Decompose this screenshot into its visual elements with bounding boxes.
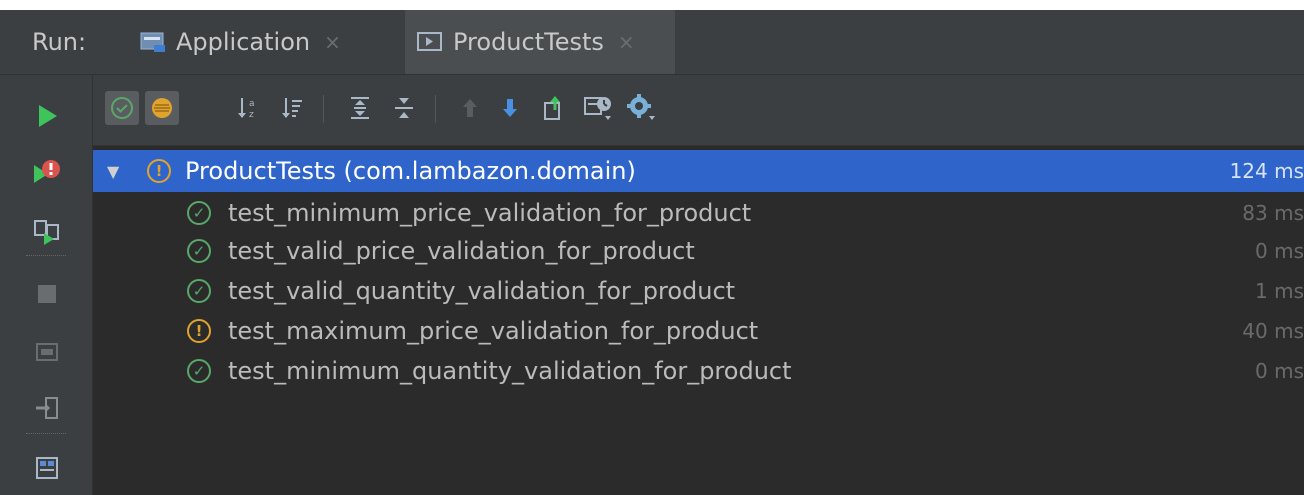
sort-alpha-icon: a z (238, 98, 255, 120)
export-test-results-button[interactable] (537, 91, 571, 125)
tab-application[interactable]: Application × (140, 10, 390, 74)
suite-status-warning-icon: ! (147, 159, 171, 183)
test-duration: 83 ms (1242, 201, 1304, 225)
divider (26, 255, 66, 256)
suite-duration: 124 ms (1229, 159, 1304, 183)
window-top-edge (0, 0, 1304, 10)
test-name: test_valid_quantity_validation_for_produ… (228, 277, 736, 305)
test-passed-icon: ✓ (187, 201, 211, 225)
console-layout-icon (36, 457, 58, 479)
import-tests-button[interactable] (32, 393, 62, 423)
close-icon[interactable]: × (324, 30, 341, 54)
auto-test-icon (34, 220, 59, 245)
test-failed-icon: ! (187, 319, 211, 343)
sort-alphabetically-button[interactable]: a z (231, 91, 265, 125)
test-name: test_minimum_price_validation_for_produc… (228, 199, 752, 227)
settings-button[interactable] (625, 91, 659, 125)
expand-toggle-icon[interactable]: ▼ (107, 162, 119, 181)
application-config-icon (140, 31, 166, 53)
run-side-toolbar (0, 75, 93, 495)
export-icon (544, 96, 560, 120)
gear-icon (627, 94, 655, 120)
collapse-all-button[interactable] (387, 91, 421, 125)
passed-filter-icon (111, 97, 133, 119)
tab-product-tests[interactable]: ProductTests × (405, 10, 675, 74)
test-config-icon (417, 31, 443, 53)
toolbar-separator (435, 95, 436, 123)
test-passed-icon: ✓ (187, 239, 211, 263)
show-ignored-button[interactable] (145, 91, 179, 125)
test-name: test_valid_price_validation_for_product (228, 237, 695, 265)
arrow-up-icon (463, 99, 477, 117)
expand-all-icon (351, 97, 369, 119)
test-duration: 0 ms (1255, 359, 1304, 383)
history-icon (584, 97, 611, 120)
test-passed-icon: ✓ (187, 279, 211, 303)
pin-tab-button[interactable] (32, 453, 62, 483)
ignored-filter-icon (152, 98, 172, 118)
expand-all-button[interactable] (343, 91, 377, 125)
layout-icon (36, 343, 58, 361)
test-duration: 1 ms (1255, 279, 1304, 303)
rerun-button[interactable] (32, 101, 62, 131)
svg-text:a: a (249, 99, 255, 109)
test-row[interactable]: ✓ test_minimum_quantity_validation_for_p… (93, 350, 1304, 392)
collapse-all-icon (395, 98, 413, 118)
suite-row[interactable]: ▼ ! ProductTests (com.lambazon.domain) 1… (93, 150, 1304, 192)
test-name: test_maximum_price_validation_for_produc… (228, 317, 759, 345)
test-row[interactable]: ✓ test_minimum_price_validation_for_prod… (93, 192, 1304, 234)
test-results-tree[interactable]: ▼ ! ProductTests (com.lambazon.domain) 1… (93, 146, 1304, 495)
rerun-failed-icon (34, 160, 60, 183)
import-icon (36, 397, 58, 419)
previous-failed-test-button[interactable] (453, 91, 487, 125)
toolbar-separator (323, 95, 324, 123)
divider (26, 433, 66, 434)
test-row[interactable]: ✓ test_valid_price_validation_for_produc… (93, 230, 1304, 272)
test-passed-icon: ✓ (187, 359, 211, 383)
arrow-down-icon (503, 99, 517, 117)
test-duration: 0 ms (1255, 239, 1304, 263)
rerun-failed-button[interactable] (32, 157, 62, 187)
run-tab-bar: Run: Application × ProductTests × (0, 10, 1304, 75)
tab-label: ProductTests (453, 28, 604, 56)
show-passed-button[interactable] (105, 91, 139, 125)
test-duration: 40 ms (1242, 319, 1304, 343)
test-row[interactable]: ! test_maximum_price_validation_for_prod… (93, 310, 1304, 352)
stop-icon (38, 285, 56, 303)
run-label: Run: (32, 28, 87, 56)
toggle-auto-test-button[interactable] (32, 217, 62, 247)
test-row[interactable]: ✓ test_valid_quantity_validation_for_pro… (93, 270, 1304, 312)
sort-duration-icon (282, 98, 302, 118)
test-history-button[interactable] (581, 91, 615, 125)
svg-text:z: z (249, 110, 254, 120)
next-failed-test-button[interactable] (493, 91, 527, 125)
test-toolbar: a z (93, 75, 1304, 146)
close-icon[interactable]: × (618, 30, 635, 54)
tab-label: Application (176, 28, 311, 56)
restore-layout-button[interactable] (32, 337, 62, 367)
sort-by-duration-button[interactable] (275, 91, 309, 125)
run-icon (39, 105, 57, 127)
stop-button[interactable] (32, 279, 62, 309)
suite-name: ProductTests (com.lambazon.domain) (185, 157, 636, 185)
test-name: test_minimum_quantity_validation_for_pro… (228, 357, 792, 385)
